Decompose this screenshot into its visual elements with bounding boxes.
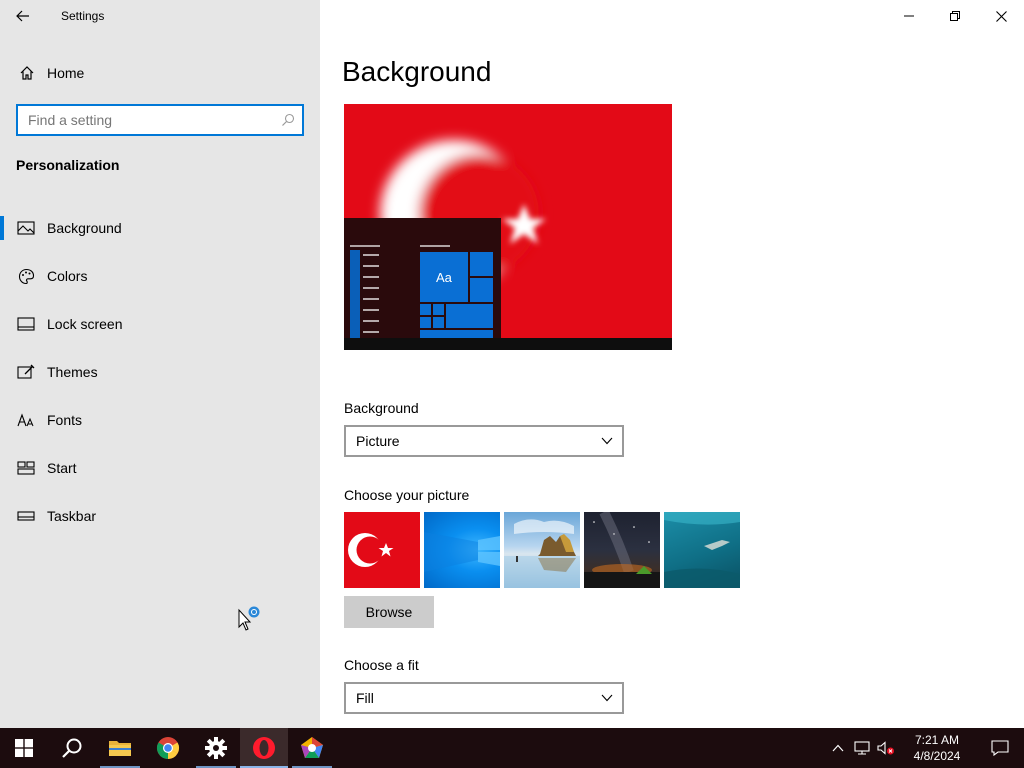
page-title: Background [342, 56, 492, 87]
home-icon [17, 65, 37, 81]
network-icon [854, 741, 870, 755]
folder-icon [109, 741, 131, 756]
search-icon [62, 738, 82, 758]
sidebar: Settings Home Personalization Background… [0, 0, 320, 728]
network-button[interactable] [850, 728, 874, 768]
taskbar: 7:21 AM 4/8/2024 [0, 728, 1024, 768]
volume-button[interactable] [874, 728, 898, 768]
thumbnail-beach-rocks[interactable] [504, 512, 580, 588]
picture-thumbnails [344, 512, 740, 588]
lock-screen-icon [16, 317, 36, 331]
app-icon [301, 737, 323, 758]
app-title: Settings [61, 9, 105, 23]
home-label: Home [47, 65, 85, 81]
sidebar-item-taskbar[interactable]: Taskbar [0, 492, 320, 540]
sidebar-item-label: Colors [47, 268, 88, 284]
back-button[interactable] [0, 0, 46, 32]
taskbar-file-explorer[interactable] [96, 728, 144, 768]
taskbar-app[interactable] [288, 728, 336, 768]
thumbnail-turkish-flag[interactable] [344, 512, 420, 588]
main-content: Background Aa Background Picture Choose … [320, 0, 1024, 728]
thumbnail-night-sky[interactable] [584, 512, 660, 588]
chrome-icon [157, 737, 179, 759]
action-center-button[interactable] [976, 728, 1024, 768]
sidebar-nav: Background Colors Lock screen Themes Fon… [0, 204, 320, 540]
sidebar-item-colors[interactable]: Colors [0, 252, 320, 300]
sidebar-item-label: Fonts [47, 412, 83, 428]
sidebar-item-background[interactable]: Background [0, 204, 320, 252]
settings-gear-icon [205, 737, 227, 759]
sidebar-home[interactable]: Home [0, 57, 320, 89]
chevron-down-icon [592, 437, 622, 445]
volume-muted-icon [877, 741, 894, 755]
sidebar-item-label: Background [47, 220, 122, 236]
chevron-up-icon [832, 744, 844, 752]
taskbar-search-button[interactable] [48, 728, 96, 768]
notification-icon [991, 740, 1009, 756]
fit-dropdown-value: Fill [356, 690, 374, 706]
sidebar-item-label: Taskbar [47, 508, 97, 524]
show-hidden-icons-button[interactable] [826, 728, 850, 768]
preview-start-menu: Aa [344, 218, 501, 338]
busy-cursor-icon [238, 606, 260, 631]
sidebar-item-label: Start [47, 460, 77, 476]
background-dropdown[interactable]: Picture [344, 425, 624, 457]
start-icon [16, 461, 36, 475]
sidebar-item-start[interactable]: Start [0, 444, 320, 492]
sidebar-item-label: Themes [47, 364, 98, 380]
background-dropdown-value: Picture [356, 433, 400, 449]
opera-icon [253, 737, 275, 759]
thumbnail-windows-blue[interactable] [424, 512, 500, 588]
thumbnail-underwater[interactable] [664, 512, 740, 588]
background-label: Background [344, 400, 419, 416]
back-arrow-icon [16, 10, 29, 22]
taskbar-chrome[interactable] [144, 728, 192, 768]
clock[interactable]: 7:21 AM 4/8/2024 [902, 732, 972, 764]
palette-icon [16, 268, 36, 285]
taskbar-opera[interactable] [240, 728, 288, 768]
section-title: Personalization [16, 157, 120, 173]
search-icon[interactable] [274, 113, 302, 127]
themes-icon [16, 364, 36, 380]
preview-tile-label: Aa [436, 270, 452, 285]
clock-date: 4/8/2024 [913, 749, 961, 763]
clock-time: 7:21 AM [914, 733, 960, 747]
chevron-down-icon [592, 694, 622, 702]
start-button[interactable] [0, 728, 48, 768]
sidebar-item-label: Lock screen [47, 316, 123, 332]
background-preview: Aa [344, 104, 672, 350]
fonts-icon [16, 413, 36, 427]
preview-taskbar [344, 338, 672, 350]
taskbar-icon [16, 510, 36, 522]
sidebar-item-themes[interactable]: Themes [0, 348, 320, 396]
search-input[interactable] [28, 112, 274, 128]
system-tray: 7:21 AM 4/8/2024 [826, 728, 1024, 768]
fit-dropdown[interactable]: Fill [344, 682, 624, 714]
fit-label: Choose a fit [344, 657, 419, 673]
sidebar-item-lock-screen[interactable]: Lock screen [0, 300, 320, 348]
windows-logo-icon [15, 739, 33, 757]
taskbar-settings[interactable] [192, 728, 240, 768]
title-bar: Settings [0, 0, 320, 32]
sidebar-item-fonts[interactable]: Fonts [0, 396, 320, 444]
search-box[interactable] [16, 104, 304, 136]
picture-icon [16, 221, 36, 235]
choose-picture-label: Choose your picture [344, 487, 470, 503]
browse-button[interactable]: Browse [344, 596, 434, 628]
